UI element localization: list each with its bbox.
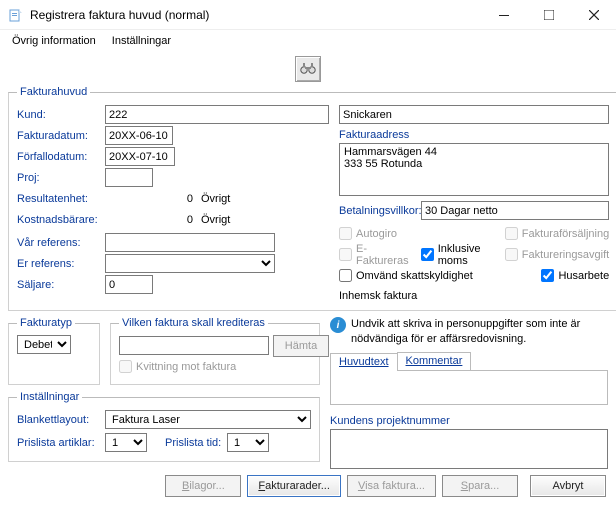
tab-huvudtext[interactable]: Huvudtext [330,353,398,371]
faktureringsavgift-checkbox: Faktureringsavgift [505,248,609,261]
legend-kreditera: Vilken faktura skall krediteras [119,317,268,329]
er-referens-select[interactable] [105,254,275,273]
fakturaadress-label: Fakturaadress [339,129,609,141]
forfallodatum-input[interactable] [105,147,175,166]
memo-tabs: Huvudtext Kommentar [330,352,608,371]
info-text: Undvik att skriva in personuppgifter som… [351,317,608,348]
menu-installningar[interactable]: Inställningar [106,33,177,49]
binoculars-icon [300,61,316,78]
maximize-button[interactable] [526,0,571,30]
proj-input[interactable] [105,168,153,187]
fakturaadress-box[interactable]: Hammarsvägen 44 333 55 Rotunda [339,143,609,196]
fakturarader-button[interactable]: Fakturarader... [247,475,341,497]
visa-faktura-button: Visa faktura... [347,475,436,497]
minimize-button[interactable] [481,0,526,30]
window-title: Registrera faktura huvud (normal) [30,8,481,22]
resultatenhet-label: Resultatenhet: [17,193,105,205]
fieldset-fakturahuvud: Fakturahuvud Kund: Fakturadatum: Förfall… [8,86,616,311]
info-icon: i [330,317,346,333]
spara-button: Spara... [442,475,518,497]
kundnamn-input[interactable] [339,105,609,124]
search-button[interactable] [295,56,321,82]
hamta-button: Hämta [273,335,329,357]
kvittning-checkbox: Kvittning mot faktura [119,360,236,373]
prislista-tid-label: Prislista tid: [165,437,227,449]
fakturatyp-select[interactable]: Debet [17,335,71,354]
resultatenhet-code: 0 [105,193,197,205]
bilagor-button: Bilagor... [165,475,241,497]
legend-fakturatyp: Fakturatyp [17,317,75,329]
close-button[interactable] [571,0,616,30]
fakturadatum-input[interactable] [105,126,173,145]
legend-installningar: Inställningar [17,391,82,403]
omvand-skattskyldighet-checkbox[interactable]: Omvänd skattskyldighet [339,269,473,282]
inhemsk-faktura-text: Inhemsk faktura [339,290,609,302]
er-referens-label: Er referens: [17,258,105,270]
kund-input[interactable] [105,105,329,124]
menubar: Övrig information Inställningar [0,30,616,52]
info-row: i Undvik att skriva in personuppgifter s… [330,317,608,348]
inklusive-moms-checkbox[interactable]: Inklusive moms [421,243,497,267]
fieldset-fakturatyp: Fakturatyp Debet [8,317,100,385]
var-referens-input[interactable] [105,233,275,252]
kostnadsbarare-code: 0 [105,214,197,226]
husarbete-checkbox[interactable]: Husarbete [541,269,609,282]
var-referens-label: Vår referens: [17,237,105,249]
fieldset-installningar: Inställningar Blankettlayout: Faktura La… [8,391,320,462]
memo-textarea[interactable] [330,371,608,405]
kundens-projektnummer-label: Kundens projektnummer [330,415,608,427]
kund-label: Kund: [17,109,105,121]
kundens-projektnummer-box[interactable] [330,429,608,469]
fakturadatum-label: Fakturadatum: [17,130,105,142]
kostnadsbarare-text: Övrigt [197,214,230,226]
fieldset-kreditera: Vilken faktura skall krediteras Hämta Kv… [110,317,320,385]
fakturaforsaljning-checkbox: Fakturaförsäljning [505,227,609,240]
resultatenhet-text: Övrigt [197,193,230,205]
legend-fakturahuvud: Fakturahuvud [17,86,90,98]
tab-kommentar[interactable]: Kommentar [397,352,472,370]
avbryt-button[interactable]: Avbryt [530,475,606,497]
footer-buttons: Bilagor... Fakturarader... Visa faktura.… [0,469,616,505]
prislista-artiklar-select[interactable]: 1 [105,433,147,452]
saljare-label: Säljare: [17,279,105,291]
autogiro-checkbox: Autogiro [339,227,429,240]
blankettlayout-label: Blankettlayout: [17,414,105,426]
toolbar [0,52,616,86]
betalningsvillkor-value[interactable]: 30 Dagar netto [421,201,609,220]
menu-ovrig-information[interactable]: Övrig information [6,33,102,49]
prislista-artiklar-label: Prislista artiklar: [17,437,105,449]
proj-label: Proj: [17,172,105,184]
kreditera-input[interactable] [119,336,269,355]
betalningsvillkor-label: Betalningsvillkor: [339,205,421,217]
forfallodatum-label: Förfallodatum: [17,151,105,163]
titlebar: Registrera faktura huvud (normal) [0,0,616,30]
app-icon [8,7,24,23]
efaktureras-checkbox: E-Faktureras [339,243,413,267]
prislista-tid-select[interactable]: 1 [227,433,269,452]
saljare-input[interactable] [105,275,153,294]
blankettlayout-select[interactable]: Faktura Laser [105,410,311,429]
kostnadsbarare-label: Kostnadsbärare: [17,214,105,226]
